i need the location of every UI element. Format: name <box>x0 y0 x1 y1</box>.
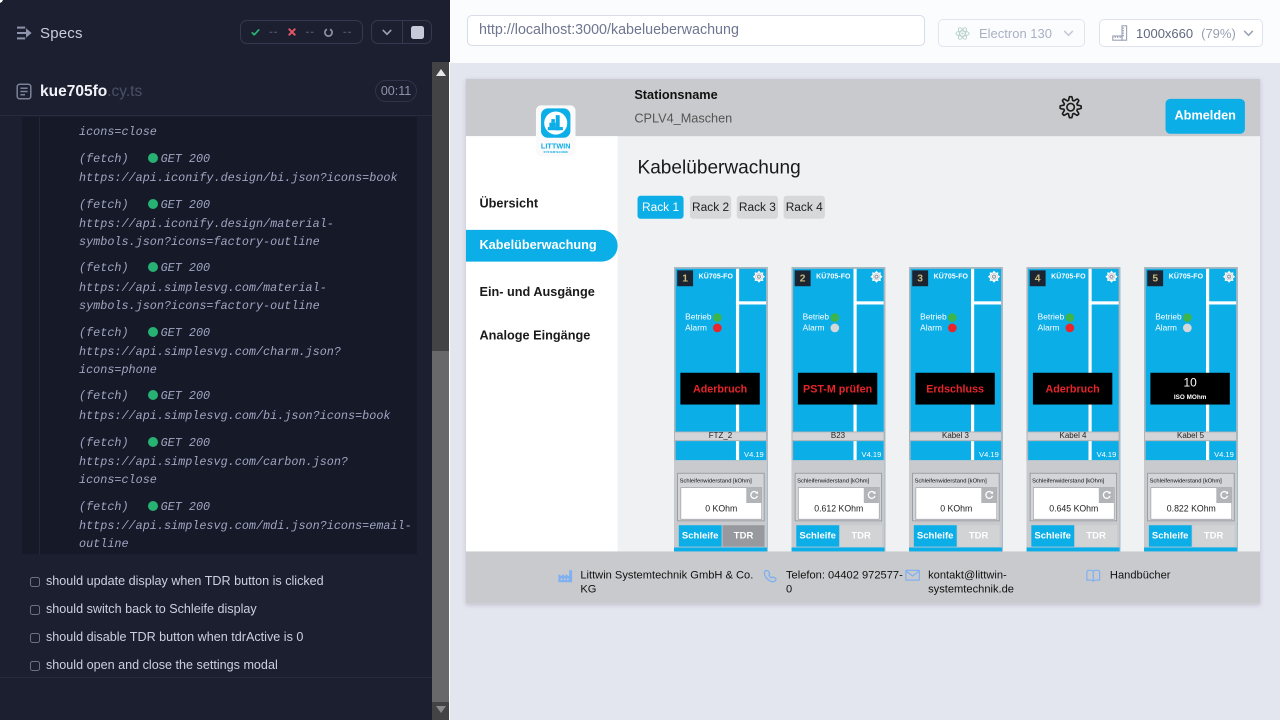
svg-text:LITTWIN: LITTWIN <box>541 141 571 150</box>
svg-text:SYSTEMTECHNIK: SYSTEMTECHNIK <box>544 150 569 154</box>
